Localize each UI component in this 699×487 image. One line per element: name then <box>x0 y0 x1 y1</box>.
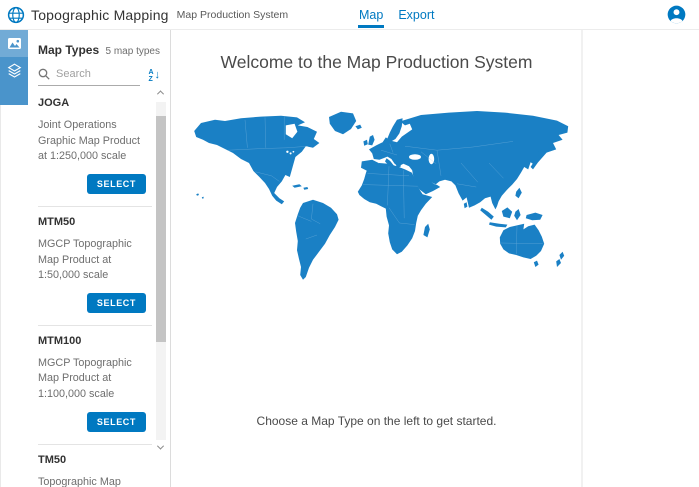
map-type-name: MTM100 <box>38 335 150 347</box>
sort-letter-a: A <box>148 69 153 76</box>
world-map-image <box>181 103 573 287</box>
scroll-down-icon[interactable] <box>158 445 165 452</box>
instruction-text: Choose a Map Type on the left to get sta… <box>172 414 581 428</box>
map-type-description: Topographic Map Product at 1:50,000 scal… <box>38 475 150 487</box>
scrollbar-track[interactable] <box>156 102 166 440</box>
map-type-description: Joint Operations Graphic Map Product at … <box>38 118 150 165</box>
map-type-description: MGCP Topographic Map Product at 1:50,000… <box>38 237 150 284</box>
account-icon[interactable] <box>667 5 686 24</box>
scrollbar-thumb[interactable] <box>156 116 166 342</box>
list-item: JOGA Joint Operations Graphic Map Produc… <box>38 88 152 207</box>
list-item: MTM100 MGCP Topographic Map Product at 1… <box>38 326 152 445</box>
sort-letter-z: Z <box>148 76 153 83</box>
map-type-list: JOGA Joint Operations Graphic Map Produc… <box>28 88 156 487</box>
map-types-panel: Map Types 5 map types A Z ↓ JOGA Joint O… <box>28 30 171 487</box>
globe-icon <box>7 6 25 24</box>
list-item: MTM50 MGCP Topographic Map Product at 1:… <box>38 207 152 326</box>
panel-title: Map Types <box>38 43 99 57</box>
search-icon <box>38 68 50 80</box>
layers-tool-icon <box>7 63 22 78</box>
select-button[interactable]: SELECT <box>87 174 146 194</box>
map-type-name: JOGA <box>38 97 150 109</box>
app-title: Topographic Mapping <box>31 7 169 23</box>
map-type-description: MGCP Topographic Map Product at 1:100,00… <box>38 356 150 403</box>
layers-tool-button[interactable] <box>0 57 28 84</box>
sidebar-scrollbar <box>156 90 167 452</box>
sort-az-icon[interactable]: A Z ↓ <box>148 69 160 83</box>
map-type-name: MTM50 <box>38 216 150 228</box>
scroll-up-icon[interactable] <box>158 90 165 97</box>
map-type-count: 5 map types <box>106 46 160 57</box>
map-tool-button[interactable] <box>0 30 28 57</box>
tab-map[interactable]: Map <box>358 0 384 28</box>
app-subtitle: Map Production System <box>177 9 288 21</box>
map-tool-icon <box>7 36 22 51</box>
strip-divider <box>0 105 1 487</box>
header-tabs: Map Export <box>358 0 435 30</box>
main-content: Welcome to the Map Production System <box>172 30 583 487</box>
sort-arrow: ↓ <box>155 70 161 81</box>
search-box <box>38 65 140 86</box>
app-header: Topographic Mapping Map Production Syste… <box>0 0 699 30</box>
search-input[interactable] <box>56 68 126 80</box>
tool-strip <box>0 30 28 105</box>
list-item: TM50 Topographic Map Product at 1:50,000… <box>38 445 152 487</box>
tab-export[interactable]: Export <box>397 0 435 28</box>
select-button[interactable]: SELECT <box>87 412 146 432</box>
select-button[interactable]: SELECT <box>87 293 146 313</box>
map-type-name: TM50 <box>38 454 150 466</box>
page-title: Welcome to the Map Production System <box>172 52 581 73</box>
